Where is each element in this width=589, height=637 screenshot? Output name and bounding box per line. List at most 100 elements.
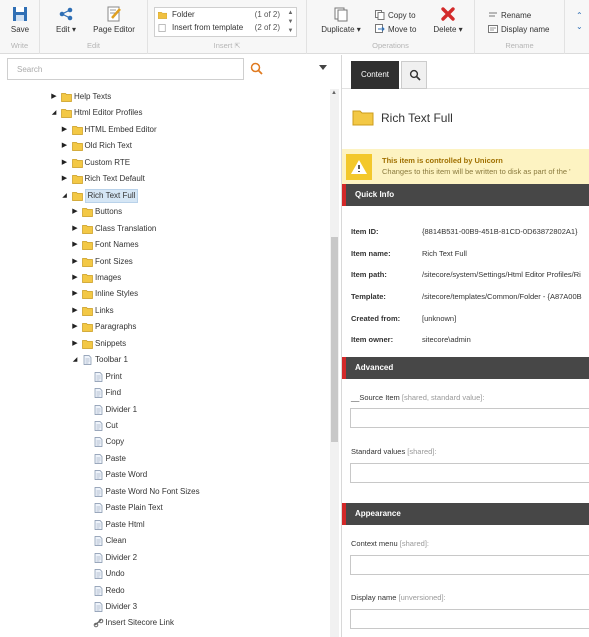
expand-arrow-icon[interactable]: ▶ — [61, 171, 69, 187]
scroll-more-icon[interactable]: ▼ — [286, 18, 295, 27]
expand-arrow-icon[interactable]: ▶ — [71, 286, 79, 302]
rename-icon — [489, 12, 497, 17]
expand-dialog-icon[interactable]: ⇱ — [234, 43, 240, 50]
context-menu-field[interactable] — [350, 555, 589, 575]
tree-node[interactable]: Paste Word No Font Sizes — [0, 484, 330, 500]
tree-node[interactable]: Redo — [0, 583, 330, 599]
search-options-dropdown-icon[interactable] — [319, 65, 327, 70]
tree-node[interactable]: ◢ Html Editor Profiles — [0, 105, 330, 121]
insert-option-from-template[interactable]: Insert from template (2 of 2) — [158, 23, 284, 36]
section-appearance[interactable]: Appearance — [342, 503, 589, 525]
quick-info-key: Created from: — [351, 314, 401, 323]
expand-arrow-icon[interactable]: ▶ — [71, 254, 79, 270]
ribbon-scroll[interactable]: ⌃ ⌄ — [576, 10, 583, 32]
search-input[interactable] — [7, 58, 244, 80]
expand-arrow-icon[interactable]: ▶ — [71, 204, 79, 220]
folder-icon — [71, 191, 83, 201]
tree-node[interactable]: ▶ Font Names — [0, 237, 330, 253]
expand-arrow-icon[interactable]: ▶ — [61, 155, 69, 171]
expand-arrow-icon[interactable]: ▶ — [61, 122, 69, 138]
tree-node[interactable]: Clean — [0, 533, 330, 549]
edit-button[interactable]: Edit ▾ — [50, 6, 82, 34]
rename-button[interactable]: Rename — [488, 10, 531, 20]
insert-scroll[interactable]: ▲ ▼ ▼ — [286, 9, 295, 35]
tree-node[interactable]: Divider 2 — [0, 550, 330, 566]
tree-node-label: Copy — [105, 437, 125, 447]
tree-node[interactable]: Paste Html — [0, 517, 330, 533]
tree-node[interactable]: ▶ Buttons — [0, 204, 330, 220]
tree-node[interactable]: ▶ Custom RTE — [0, 155, 330, 171]
tab-search[interactable] — [401, 61, 427, 89]
insert-option-folder[interactable]: Folder (1 of 2) — [158, 10, 284, 23]
source-item-field[interactable] — [350, 408, 589, 428]
tree-node[interactable]: ▶ Links — [0, 303, 330, 319]
operations-group-label: Operations — [372, 41, 409, 50]
expand-arrow-icon[interactable]: ▶ — [71, 319, 79, 335]
display-name-button[interactable]: Display name — [488, 24, 549, 34]
page-editor-button[interactable]: Page Editor — [86, 6, 142, 34]
delete-button[interactable]: Delete ▾ — [429, 6, 467, 34]
tree-node[interactable]: ▶ Snippets — [0, 336, 330, 352]
collapse-arrow-icon[interactable]: ◢ — [61, 188, 69, 204]
tree-node[interactable]: ◢ Rich Text Full — [0, 188, 330, 204]
tree-node[interactable]: Paste Word — [0, 467, 330, 483]
duplicate-button[interactable]: Duplicate ▾ — [317, 6, 365, 34]
item-title: Rich Text Full — [381, 111, 453, 125]
tree-node[interactable]: ▶ Images — [0, 270, 330, 286]
search-icon[interactable] — [249, 61, 265, 77]
section-quick-info[interactable]: Quick Info — [342, 184, 589, 206]
expand-arrow-icon[interactable]: ▶ — [71, 303, 79, 319]
display-name-field[interactable] — [350, 609, 589, 629]
scroll-down-icon[interactable]: ▼ — [286, 27, 295, 36]
copy-to-button[interactable]: Copy to — [375, 10, 416, 20]
tree-node-label: Help Texts — [74, 92, 112, 101]
tree-node-label: Custom RTE — [84, 157, 131, 167]
tree-node[interactable]: Divider 3 — [0, 599, 330, 615]
chevron-up-icon[interactable]: ⌃ — [576, 10, 583, 21]
tab-content[interactable]: Content — [351, 61, 399, 89]
tree-node[interactable]: ▶ Font Sizes — [0, 254, 330, 270]
expand-arrow-icon[interactable]: ▶ — [61, 138, 69, 154]
tree-node[interactable]: Paste — [0, 451, 330, 467]
expand-arrow-icon[interactable]: ▶ — [50, 89, 58, 105]
tree-node[interactable]: ▶ Help Texts — [0, 89, 330, 105]
tree-node[interactable]: Print — [0, 369, 330, 385]
tree-node[interactable]: ▶ Class Translation — [0, 221, 330, 237]
tree-node[interactable]: Cut — [0, 418, 330, 434]
tree-node[interactable]: Paste Plain Text — [0, 500, 330, 516]
tree-node[interactable]: ▶ Inline Styles — [0, 286, 330, 302]
tree-node[interactable]: Divider 1 — [0, 402, 330, 418]
expand-arrow-icon[interactable]: ▶ — [71, 237, 79, 253]
collapse-arrow-icon[interactable]: ◢ — [71, 352, 79, 368]
expand-arrow-icon[interactable]: ▶ — [71, 221, 79, 237]
document-icon — [93, 470, 104, 481]
tree-node[interactable]: ◢ Toolbar 1 — [0, 352, 330, 368]
tree-node[interactable]: Copy — [0, 434, 330, 450]
tree-node[interactable]: Insert Sitecore Link — [0, 615, 330, 631]
tree-scrollbar-thumb[interactable] — [331, 237, 338, 442]
scroll-up-arrow-icon[interactable]: ▲ — [331, 90, 337, 96]
tree-node-label: Rich Text Full — [84, 188, 139, 203]
expand-arrow-icon[interactable]: ▶ — [71, 270, 79, 286]
move-to-button[interactable]: Move to — [375, 24, 416, 34]
folder-icon — [82, 257, 93, 267]
folder-icon — [158, 12, 167, 19]
expand-arrow-icon[interactable]: ▶ — [71, 336, 79, 352]
scroll-up-icon[interactable]: ▲ — [286, 9, 295, 18]
tree-node[interactable]: ▶ HTML Embed Editor — [0, 122, 330, 138]
tree-node[interactable]: ▶ Rich Text Default — [0, 171, 330, 187]
tree-node[interactable]: Undo — [0, 566, 330, 582]
rename-group-label: Rename — [505, 41, 534, 50]
section-advanced[interactable]: Advanced — [342, 357, 589, 379]
insert-group-label: Insert ⇱ — [213, 41, 241, 50]
quick-info-value: sitecore\admin — [422, 335, 471, 344]
tree-node[interactable]: ▶ Paragraphs — [0, 319, 330, 335]
tree-node-label: Print — [105, 371, 122, 381]
tree-node[interactable]: ▶ Old Rich Text — [0, 138, 330, 154]
save-button[interactable]: Save — [7, 6, 33, 34]
tree-node[interactable]: Find — [0, 385, 330, 401]
standard-values-field[interactable] — [350, 463, 589, 483]
chevron-down-icon[interactable]: ⌄ — [576, 21, 583, 32]
item-header: Rich Text Full — [342, 90, 589, 148]
collapse-arrow-icon[interactable]: ◢ — [50, 105, 58, 121]
